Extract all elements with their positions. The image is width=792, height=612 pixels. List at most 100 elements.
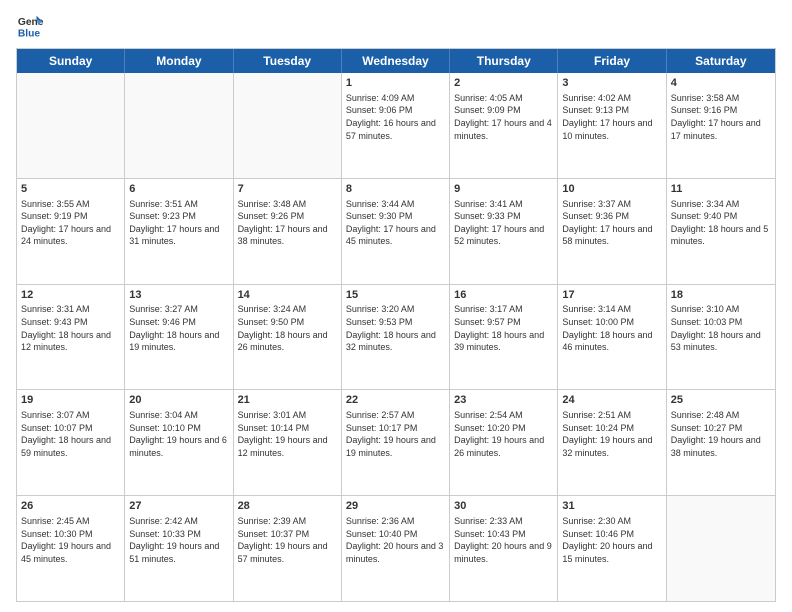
cell-info: Sunrise: 3:58 AMSunset: 9:16 PMDaylight:… <box>671 92 771 142</box>
day-number: 10 <box>562 182 661 197</box>
weekday-header: Wednesday <box>342 49 450 73</box>
calendar-cell <box>17 73 125 178</box>
calendar-cell: 13Sunrise: 3:27 AMSunset: 9:46 PMDayligh… <box>125 285 233 390</box>
cell-info: Sunrise: 3:17 AMSunset: 9:57 PMDaylight:… <box>454 303 553 353</box>
cell-info: Sunrise: 3:31 AMSunset: 9:43 PMDaylight:… <box>21 303 120 353</box>
calendar-cell: 26Sunrise: 2:45 AMSunset: 10:30 PMDaylig… <box>17 496 125 601</box>
calendar-cell: 4Sunrise: 3:58 AMSunset: 9:16 PMDaylight… <box>667 73 775 178</box>
day-number: 11 <box>671 182 771 197</box>
calendar-cell: 23Sunrise: 2:54 AMSunset: 10:20 PMDaylig… <box>450 390 558 495</box>
calendar-cell: 12Sunrise: 3:31 AMSunset: 9:43 PMDayligh… <box>17 285 125 390</box>
calendar-cell <box>234 73 342 178</box>
day-number: 26 <box>21 499 120 514</box>
cell-info: Sunrise: 3:01 AMSunset: 10:14 PMDaylight… <box>238 409 337 459</box>
weekday-header: Saturday <box>667 49 775 73</box>
day-number: 15 <box>346 288 445 303</box>
calendar-cell: 9Sunrise: 3:41 AMSunset: 9:33 PMDaylight… <box>450 179 558 284</box>
weekday-header: Thursday <box>450 49 558 73</box>
cell-info: Sunrise: 2:45 AMSunset: 10:30 PMDaylight… <box>21 515 120 565</box>
calendar-cell: 28Sunrise: 2:39 AMSunset: 10:37 PMDaylig… <box>234 496 342 601</box>
cell-info: Sunrise: 2:30 AMSunset: 10:46 PMDaylight… <box>562 515 661 565</box>
cell-info: Sunrise: 2:57 AMSunset: 10:17 PMDaylight… <box>346 409 445 459</box>
day-number: 28 <box>238 499 337 514</box>
page-header: General Blue <box>16 12 776 40</box>
cell-info: Sunrise: 3:41 AMSunset: 9:33 PMDaylight:… <box>454 198 553 248</box>
logo: General Blue <box>16 12 44 40</box>
day-number: 9 <box>454 182 553 197</box>
calendar-cell: 6Sunrise: 3:51 AMSunset: 9:23 PMDaylight… <box>125 179 233 284</box>
calendar-cell: 30Sunrise: 2:33 AMSunset: 10:43 PMDaylig… <box>450 496 558 601</box>
svg-text:Blue: Blue <box>18 28 41 39</box>
calendar-cell: 31Sunrise: 2:30 AMSunset: 10:46 PMDaylig… <box>558 496 666 601</box>
cell-info: Sunrise: 3:44 AMSunset: 9:30 PMDaylight:… <box>346 198 445 248</box>
day-number: 22 <box>346 393 445 408</box>
calendar-cell: 24Sunrise: 2:51 AMSunset: 10:24 PMDaylig… <box>558 390 666 495</box>
cell-info: Sunrise: 4:02 AMSunset: 9:13 PMDaylight:… <box>562 92 661 142</box>
cell-info: Sunrise: 3:10 AMSunset: 10:03 PMDaylight… <box>671 303 771 353</box>
calendar-cell: 25Sunrise: 2:48 AMSunset: 10:27 PMDaylig… <box>667 390 775 495</box>
calendar-cell: 8Sunrise: 3:44 AMSunset: 9:30 PMDaylight… <box>342 179 450 284</box>
calendar-body: 1Sunrise: 4:09 AMSunset: 9:06 PMDaylight… <box>17 73 775 601</box>
weekday-header: Monday <box>125 49 233 73</box>
cell-info: Sunrise: 3:14 AMSunset: 10:00 PMDaylight… <box>562 303 661 353</box>
calendar-row: 26Sunrise: 2:45 AMSunset: 10:30 PMDaylig… <box>17 495 775 601</box>
cell-info: Sunrise: 4:09 AMSunset: 9:06 PMDaylight:… <box>346 92 445 142</box>
calendar-cell: 17Sunrise: 3:14 AMSunset: 10:00 PMDaylig… <box>558 285 666 390</box>
calendar-cell: 7Sunrise: 3:48 AMSunset: 9:26 PMDaylight… <box>234 179 342 284</box>
cell-info: Sunrise: 2:39 AMSunset: 10:37 PMDaylight… <box>238 515 337 565</box>
calendar-cell: 10Sunrise: 3:37 AMSunset: 9:36 PMDayligh… <box>558 179 666 284</box>
cell-info: Sunrise: 2:42 AMSunset: 10:33 PMDaylight… <box>129 515 228 565</box>
cell-info: Sunrise: 3:07 AMSunset: 10:07 PMDaylight… <box>21 409 120 459</box>
day-number: 12 <box>21 288 120 303</box>
day-number: 17 <box>562 288 661 303</box>
day-number: 4 <box>671 76 771 91</box>
calendar-cell: 11Sunrise: 3:34 AMSunset: 9:40 PMDayligh… <box>667 179 775 284</box>
cell-info: Sunrise: 2:51 AMSunset: 10:24 PMDaylight… <box>562 409 661 459</box>
day-number: 19 <box>21 393 120 408</box>
calendar-row: 5Sunrise: 3:55 AMSunset: 9:19 PMDaylight… <box>17 178 775 284</box>
cell-info: Sunrise: 2:36 AMSunset: 10:40 PMDaylight… <box>346 515 445 565</box>
calendar-cell: 3Sunrise: 4:02 AMSunset: 9:13 PMDaylight… <box>558 73 666 178</box>
day-number: 25 <box>671 393 771 408</box>
calendar-cell <box>125 73 233 178</box>
cell-info: Sunrise: 3:20 AMSunset: 9:53 PMDaylight:… <box>346 303 445 353</box>
logo-icon: General Blue <box>16 12 44 40</box>
calendar-row: 19Sunrise: 3:07 AMSunset: 10:07 PMDaylig… <box>17 389 775 495</box>
day-number: 23 <box>454 393 553 408</box>
cell-info: Sunrise: 3:37 AMSunset: 9:36 PMDaylight:… <box>562 198 661 248</box>
cell-info: Sunrise: 3:34 AMSunset: 9:40 PMDaylight:… <box>671 198 771 248</box>
day-number: 16 <box>454 288 553 303</box>
cell-info: Sunrise: 3:24 AMSunset: 9:50 PMDaylight:… <box>238 303 337 353</box>
day-number: 5 <box>21 182 120 197</box>
day-number: 7 <box>238 182 337 197</box>
cell-info: Sunrise: 3:27 AMSunset: 9:46 PMDaylight:… <box>129 303 228 353</box>
calendar-cell: 22Sunrise: 2:57 AMSunset: 10:17 PMDaylig… <box>342 390 450 495</box>
day-number: 31 <box>562 499 661 514</box>
day-number: 1 <box>346 76 445 91</box>
calendar-cell: 2Sunrise: 4:05 AMSunset: 9:09 PMDaylight… <box>450 73 558 178</box>
calendar-cell: 15Sunrise: 3:20 AMSunset: 9:53 PMDayligh… <box>342 285 450 390</box>
calendar-cell: 19Sunrise: 3:07 AMSunset: 10:07 PMDaylig… <box>17 390 125 495</box>
calendar-row: 1Sunrise: 4:09 AMSunset: 9:06 PMDaylight… <box>17 73 775 178</box>
day-number: 14 <box>238 288 337 303</box>
day-number: 18 <box>671 288 771 303</box>
day-number: 29 <box>346 499 445 514</box>
day-number: 6 <box>129 182 228 197</box>
cell-info: Sunrise: 2:33 AMSunset: 10:43 PMDaylight… <box>454 515 553 565</box>
day-number: 30 <box>454 499 553 514</box>
calendar-cell: 16Sunrise: 3:17 AMSunset: 9:57 PMDayligh… <box>450 285 558 390</box>
cell-info: Sunrise: 3:48 AMSunset: 9:26 PMDaylight:… <box>238 198 337 248</box>
calendar-header: SundayMondayTuesdayWednesdayThursdayFrid… <box>17 49 775 73</box>
cell-info: Sunrise: 2:48 AMSunset: 10:27 PMDaylight… <box>671 409 771 459</box>
calendar-cell: 18Sunrise: 3:10 AMSunset: 10:03 PMDaylig… <box>667 285 775 390</box>
cell-info: Sunrise: 3:51 AMSunset: 9:23 PMDaylight:… <box>129 198 228 248</box>
cell-info: Sunrise: 2:54 AMSunset: 10:20 PMDaylight… <box>454 409 553 459</box>
cell-info: Sunrise: 4:05 AMSunset: 9:09 PMDaylight:… <box>454 92 553 142</box>
weekday-header: Friday <box>558 49 666 73</box>
day-number: 24 <box>562 393 661 408</box>
weekday-header: Sunday <box>17 49 125 73</box>
day-number: 20 <box>129 393 228 408</box>
day-number: 13 <box>129 288 228 303</box>
day-number: 27 <box>129 499 228 514</box>
calendar-cell: 14Sunrise: 3:24 AMSunset: 9:50 PMDayligh… <box>234 285 342 390</box>
